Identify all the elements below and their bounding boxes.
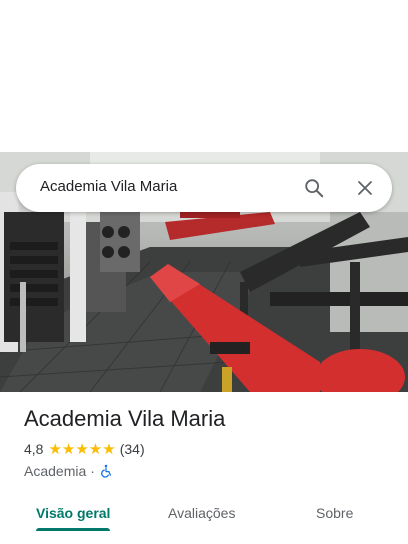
search-input[interactable]: Academia Vila Maria — [40, 178, 177, 195]
category-row: Academia · — [24, 462, 392, 480]
tab-overview[interactable]: Visão geral — [36, 496, 110, 532]
rating-row[interactable]: 4,8 ★★★★★ (34) — [24, 440, 392, 458]
tab-about[interactable]: Sobre — [316, 496, 353, 532]
tab-bar: Visão geral Avaliações Sobre — [0, 496, 408, 540]
place-title: Academia Vila Maria — [24, 406, 226, 431]
close-icon[interactable] — [349, 172, 381, 204]
separator: · — [90, 463, 95, 479]
rating-value: 4,8 — [24, 441, 44, 457]
search-icon[interactable] — [298, 172, 330, 204]
review-count[interactable]: (34) — [120, 441, 145, 457]
wheelchair-icon — [99, 464, 113, 478]
tab-reviews[interactable]: Avaliações — [168, 496, 235, 532]
place-info: Academia Vila Maria 4,8 ★★★★★ (34) Acade… — [24, 404, 392, 480]
search-bar[interactable]: Academia Vila Maria — [16, 164, 392, 212]
active-tab-indicator — [36, 528, 110, 531]
place-category[interactable]: Academia — [24, 463, 86, 479]
rating-stars-icon: ★★★★★ — [48, 441, 116, 458]
